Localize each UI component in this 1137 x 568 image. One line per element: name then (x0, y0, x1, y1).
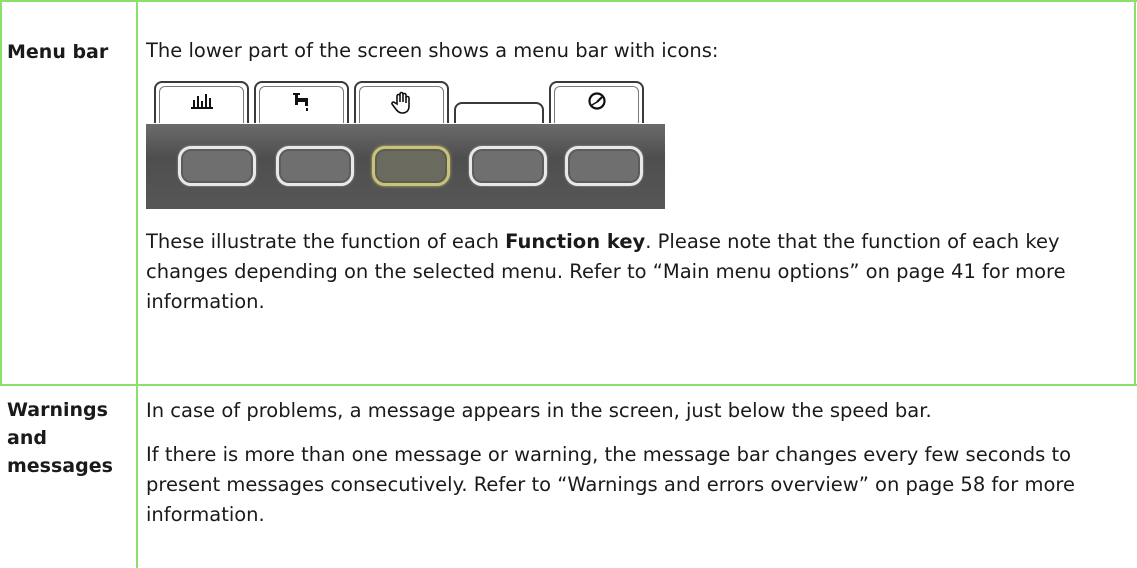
function-key-4 (469, 146, 547, 186)
function-key-1 (178, 146, 256, 186)
tap-icon (292, 93, 308, 111)
warnings-paragraph-2: If there is more than one message or war… (146, 443, 1075, 526)
info-table: Menu bar The lower part of the screen sh… (0, 0, 1137, 568)
gauge-icon (587, 92, 606, 110)
tab-tap (254, 81, 349, 123)
tab-strip (146, 74, 665, 124)
function-key-strip (146, 124, 665, 209)
tab-hand (354, 81, 449, 123)
table-border-left (0, 0, 2, 385)
function-key-3-selected (372, 146, 450, 186)
table-border-right (1134, 0, 1136, 385)
row-label-warnings: Warnings and messages (7, 399, 113, 477)
column-divider (136, 0, 138, 568)
warnings-paragraph-1: In case of problems, a message appears i… (146, 399, 932, 422)
hand-icon (390, 91, 410, 114)
bar-chart-icon (190, 94, 213, 109)
menu-bar-intro: The lower part of the screen shows a men… (146, 39, 719, 62)
tab-gauge (549, 81, 644, 123)
menu-bar-illustration (146, 74, 665, 209)
row-label-menu-bar: Menu bar (7, 41, 109, 63)
tab-chart (154, 81, 249, 123)
table-border-top (0, 0, 1137, 2)
function-key-description: These illustrate the function of each Fu… (146, 230, 1066, 313)
function-key-5 (565, 146, 643, 186)
function-key-2 (276, 146, 354, 186)
tab-empty (454, 102, 544, 123)
function-key-term: Function key (505, 230, 646, 253)
row-divider (0, 384, 1137, 386)
